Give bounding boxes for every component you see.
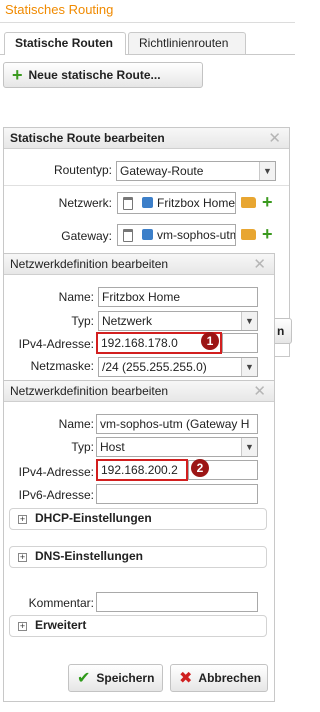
- netzwerk-value: Fritzbox Home: [157, 196, 236, 210]
- header-divider: [0, 22, 295, 23]
- gateway-value: vm-sophos-utm: [157, 228, 236, 242]
- ipv4-label: IPv4-Adresse:: [18, 465, 94, 479]
- dhcp-section-label: DHCP-Einstellungen: [35, 511, 152, 525]
- network-dialog-title: Netzwerkdefinition bearbeiten: [4, 254, 274, 275]
- name-input[interactable]: Fritzbox Home: [98, 287, 258, 307]
- expand-icon: +: [18, 514, 27, 524]
- chevron-down-icon: ▼: [259, 162, 275, 180]
- routentyp-label: Routentyp:: [53, 163, 112, 177]
- host-dialog-title: Netzwerkdefinition bearbeiten: [4, 381, 274, 402]
- name-label: Name:: [58, 290, 94, 304]
- expand-icon: +: [18, 621, 27, 631]
- expand-icon: +: [18, 552, 27, 562]
- name-input[interactable]: vm-sophos-utm (Gateway H: [96, 414, 258, 434]
- add-icon[interactable]: +: [262, 225, 273, 243]
- typ-label: Typ:: [71, 440, 94, 454]
- plus-icon: +: [12, 65, 23, 85]
- new-static-route-label: Neue statische Route...: [28, 68, 161, 82]
- chevron-down-icon: ▼: [241, 312, 257, 330]
- routentyp-select[interactable]: Gateway-Route ▼: [116, 161, 276, 181]
- close-icon[interactable]: ✕: [253, 382, 266, 400]
- netzwerk-label: Netzwerk:: [58, 196, 112, 210]
- save-button[interactable]: ✔ Speichern: [68, 664, 163, 692]
- add-icon[interactable]: +: [262, 193, 273, 211]
- tab-richtlinienrouten[interactable]: Richtlinienrouten: [128, 32, 246, 54]
- cancel-button[interactable]: ✖ Abbrechen: [170, 664, 268, 692]
- check-icon: ✔: [77, 670, 91, 687]
- chevron-down-icon: ▼: [241, 358, 257, 376]
- dns-section-label: DNS-Einstellungen: [35, 549, 144, 563]
- cancel-label: Abbrechen: [198, 671, 262, 685]
- route-panel-title: Statische Route bearbeiten: [4, 128, 289, 149]
- routentyp-value: Gateway-Route: [120, 164, 204, 178]
- folder-icon[interactable]: [241, 197, 256, 208]
- typ-value: Host: [100, 440, 125, 454]
- dns-settings-section[interactable]: + DNS-Einstellungen: [9, 546, 267, 568]
- network-icon: [142, 197, 153, 208]
- ipv6-input[interactable]: [96, 484, 258, 504]
- erweitert-section[interactable]: + Erweitert: [9, 615, 267, 637]
- ipv6-label: IPv6-Adresse:: [18, 488, 94, 502]
- dhcp-settings-section[interactable]: + DHCP-Einstellungen: [9, 508, 267, 530]
- gateway-field[interactable]: vm-sophos-utm: [117, 224, 236, 246]
- cancel-icon: ✖: [179, 670, 193, 687]
- page-title: Statisches Routing: [5, 2, 114, 17]
- divider: [4, 185, 289, 186]
- typ-value: Netzwerk: [102, 314, 153, 328]
- chevron-down-icon: ▼: [241, 438, 257, 456]
- typ-select[interactable]: Host ▼: [96, 437, 258, 457]
- host-icon: [142, 229, 153, 240]
- close-icon[interactable]: ✕: [268, 129, 281, 147]
- trash-icon[interactable]: [123, 229, 133, 242]
- netmask-select[interactable]: /24 (255.255.255.0) ▼: [98, 357, 258, 377]
- folder-icon[interactable]: [241, 229, 256, 240]
- netmask-label: Netzmaske:: [30, 359, 94, 373]
- save-label: Speichern: [96, 671, 155, 685]
- gateway-label: Gateway:: [61, 229, 112, 243]
- close-icon[interactable]: ✕: [253, 255, 266, 273]
- kommentar-label: Kommentar:: [28, 596, 94, 610]
- netzwerk-field[interactable]: Fritzbox Home: [117, 192, 236, 214]
- tab-statische-routen[interactable]: Statische Routen: [4, 32, 126, 55]
- trash-icon[interactable]: [123, 197, 133, 210]
- netmask-value: /24 (255.255.255.0): [102, 360, 207, 374]
- typ-label: Typ:: [71, 314, 94, 328]
- ipv4-input-remainder: [222, 333, 258, 353]
- ipv4-input[interactable]: 192.168.200.2: [96, 459, 188, 481]
- new-static-route-button[interactable]: + Neue statische Route...: [3, 62, 203, 88]
- annotation-badge-1: 1: [201, 332, 219, 350]
- erweitert-section-label: Erweitert: [35, 618, 87, 632]
- name-label: Name:: [58, 417, 94, 431]
- annotation-badge-2: 2: [191, 459, 209, 477]
- ipv4-label: IPv4-Adresse:: [18, 337, 94, 351]
- typ-select[interactable]: Netzwerk ▼: [98, 311, 258, 331]
- kommentar-input[interactable]: [96, 592, 258, 612]
